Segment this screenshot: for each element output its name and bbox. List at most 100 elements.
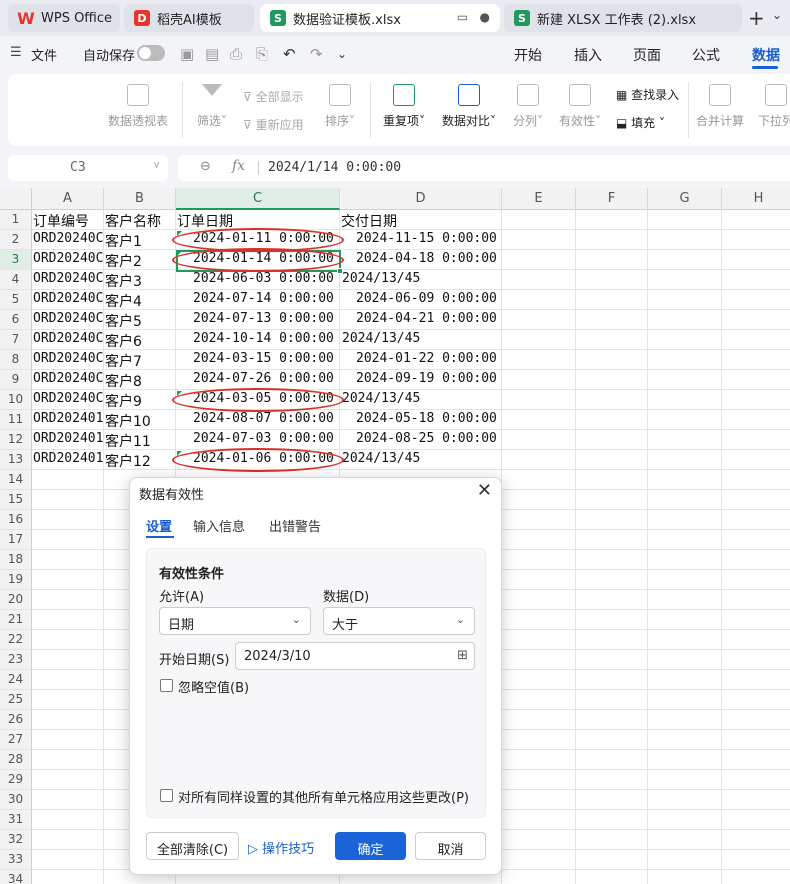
- export-icon[interactable]: ▤: [205, 45, 219, 63]
- customer-cell[interactable]: 客户12: [105, 450, 175, 470]
- start-date-input[interactable]: 2024/3/10 ⊞: [235, 642, 475, 670]
- fx-icon[interactable]: fx: [232, 158, 245, 174]
- row-header[interactable]: 8: [0, 350, 32, 370]
- row-header[interactable]: 17: [0, 530, 32, 550]
- customer-cell[interactable]: 客户7: [105, 350, 175, 370]
- row-header[interactable]: 18: [0, 550, 32, 570]
- customer-cell[interactable]: 客户3: [105, 270, 175, 290]
- customer-cell[interactable]: 客户6: [105, 330, 175, 350]
- row-header[interactable]: 5: [0, 290, 32, 310]
- delivery-date-cell[interactable]: 2024/13/45: [342, 390, 512, 410]
- delivery-date-cell[interactable]: 2024/13/45: [342, 270, 512, 290]
- row-header[interactable]: 30: [0, 790, 32, 810]
- row-header[interactable]: 11: [0, 410, 32, 430]
- file-menu[interactable]: 文件: [31, 45, 57, 64]
- apply-all-checkbox[interactable]: [160, 789, 173, 802]
- lookup-entry-button[interactable]: ▦ 查找录入: [616, 86, 679, 103]
- delivery-date-cell[interactable]: 2024-01-22 0:00:00: [356, 350, 526, 370]
- order-id-cell[interactable]: ORD20240C: [33, 370, 105, 390]
- delivery-date-cell[interactable]: 2024-04-21 0:00:00: [356, 310, 526, 330]
- order-id-cell[interactable]: ORD20240C: [33, 290, 105, 310]
- row-header[interactable]: 1: [0, 210, 32, 230]
- order-date-cell[interactable]: 2024-07-03 0:00:00: [193, 430, 363, 450]
- delivery-date-cell[interactable]: 2024-04-18 0:00:00: [356, 250, 526, 270]
- zoom-icon[interactable]: ⊖: [200, 159, 211, 174]
- order-date-cell[interactable]: 2024-03-15 0:00:00: [193, 350, 363, 370]
- delivery-date-cell[interactable]: 2024/13/45: [342, 330, 512, 350]
- select-all-corner[interactable]: [0, 188, 32, 210]
- order-id-cell[interactable]: ORD20240C: [33, 250, 105, 270]
- nav-tab-page[interactable]: 页面: [633, 45, 661, 65]
- validity-button[interactable]: 有效性˅: [554, 84, 606, 129]
- row-header[interactable]: 13: [0, 450, 32, 470]
- column-header-a[interactable]: A: [32, 188, 104, 210]
- tab-settings[interactable]: 设置: [146, 516, 172, 535]
- name-box[interactable]: C3 ˅: [8, 155, 168, 181]
- delivery-date-cell[interactable]: 2024-09-19 0:00:00: [356, 370, 526, 390]
- row-header[interactable]: 7: [0, 330, 32, 350]
- consolidate-button[interactable]: 合并计算: [694, 84, 746, 129]
- row-header[interactable]: 22: [0, 630, 32, 650]
- row-header[interactable]: 26: [0, 710, 32, 730]
- hamburger-menu-icon[interactable]: ☰: [10, 45, 22, 60]
- sort-button[interactable]: 排序˅: [320, 84, 360, 129]
- header-cell[interactable]: 交付日期: [341, 210, 501, 230]
- row-header[interactable]: 23: [0, 650, 32, 670]
- nav-tab-data[interactable]: 数据: [752, 45, 780, 65]
- fill-button[interactable]: ⬓ 填充 ˅: [616, 114, 665, 131]
- print-icon[interactable]: ⎙: [230, 45, 242, 63]
- row-header[interactable]: 16: [0, 510, 32, 530]
- order-id-cell[interactable]: ORD20240C: [33, 390, 105, 410]
- row-header[interactable]: 3: [0, 250, 32, 270]
- row-header[interactable]: 15: [0, 490, 32, 510]
- reapply-button[interactable]: ⊽ 重新应用: [243, 116, 304, 133]
- column-header-g[interactable]: G: [648, 188, 722, 210]
- row-header[interactable]: 21: [0, 610, 32, 630]
- row-header[interactable]: 20: [0, 590, 32, 610]
- row-header[interactable]: 19: [0, 570, 32, 590]
- chevron-down-icon[interactable]: ⌄: [337, 47, 347, 61]
- delivery-date-cell[interactable]: 2024-05-18 0:00:00: [356, 410, 526, 430]
- row-header[interactable]: 10: [0, 390, 32, 410]
- close-icon[interactable]: ✕: [477, 480, 492, 501]
- dropdown-list-button[interactable]: 下拉列: [754, 84, 790, 129]
- ok-button[interactable]: 确定: [335, 832, 406, 860]
- tab-wps-office[interactable]: W WPS Office: [8, 4, 120, 32]
- pivot-table-button[interactable]: 数据透视表: [106, 84, 170, 129]
- order-id-cell[interactable]: ORD20240C: [33, 310, 105, 330]
- tab-controls[interactable]: ▭ ●: [457, 10, 490, 24]
- split-column-button[interactable]: 分列˅: [508, 84, 548, 129]
- fill-handle[interactable]: [337, 268, 343, 274]
- print-preview-icon[interactable]: ⎘: [256, 45, 268, 63]
- allow-select[interactable]: 日期 ⌄: [159, 607, 311, 635]
- tab-new-xlsx[interactable]: S 新建 XLSX 工作表 (2).xlsx: [504, 4, 742, 32]
- customer-cell[interactable]: 客户9: [105, 390, 175, 410]
- tab-docer-templates[interactable]: D 稻壳AI模板: [124, 4, 254, 32]
- row-header[interactable]: 33: [0, 850, 32, 870]
- column-header-d[interactable]: D: [340, 188, 502, 210]
- order-id-cell[interactable]: ORD20240C: [33, 270, 105, 290]
- order-date-cell[interactable]: 2024-07-26 0:00:00: [193, 370, 363, 390]
- new-tab-plus-icon[interactable]: +: [748, 6, 765, 30]
- row-header[interactable]: 29: [0, 770, 32, 790]
- clear-all-button[interactable]: 全部清除(C): [146, 832, 239, 860]
- order-date-cell[interactable]: 2024-07-14 0:00:00: [193, 290, 363, 310]
- order-id-cell[interactable]: ORD202401: [33, 410, 105, 430]
- order-id-cell[interactable]: ORD20240C: [33, 350, 105, 370]
- order-date-cell[interactable]: 2024-07-13 0:00:00: [193, 310, 363, 330]
- tips-link[interactable]: ▷ 操作技巧: [248, 832, 328, 860]
- column-header-c[interactable]: C: [176, 188, 340, 210]
- header-cell[interactable]: 订单日期: [177, 210, 337, 230]
- delivery-date-cell[interactable]: 2024-06-09 0:00:00: [356, 290, 526, 310]
- row-header[interactable]: 4: [0, 270, 32, 290]
- delivery-date-cell[interactable]: 2024-11-15 0:00:00: [356, 230, 526, 250]
- customer-cell[interactable]: 客户10: [105, 410, 175, 430]
- customer-cell[interactable]: 客户8: [105, 370, 175, 390]
- row-header[interactable]: 34: [0, 870, 32, 884]
- ignore-blank-checkbox[interactable]: [160, 679, 173, 692]
- column-header-h[interactable]: H: [722, 188, 790, 210]
- duplicates-button[interactable]: 重复项˅: [380, 84, 428, 129]
- row-header[interactable]: 14: [0, 470, 32, 490]
- row-header[interactable]: 9: [0, 370, 32, 390]
- data-compare-button[interactable]: 数据对比˅: [438, 84, 500, 129]
